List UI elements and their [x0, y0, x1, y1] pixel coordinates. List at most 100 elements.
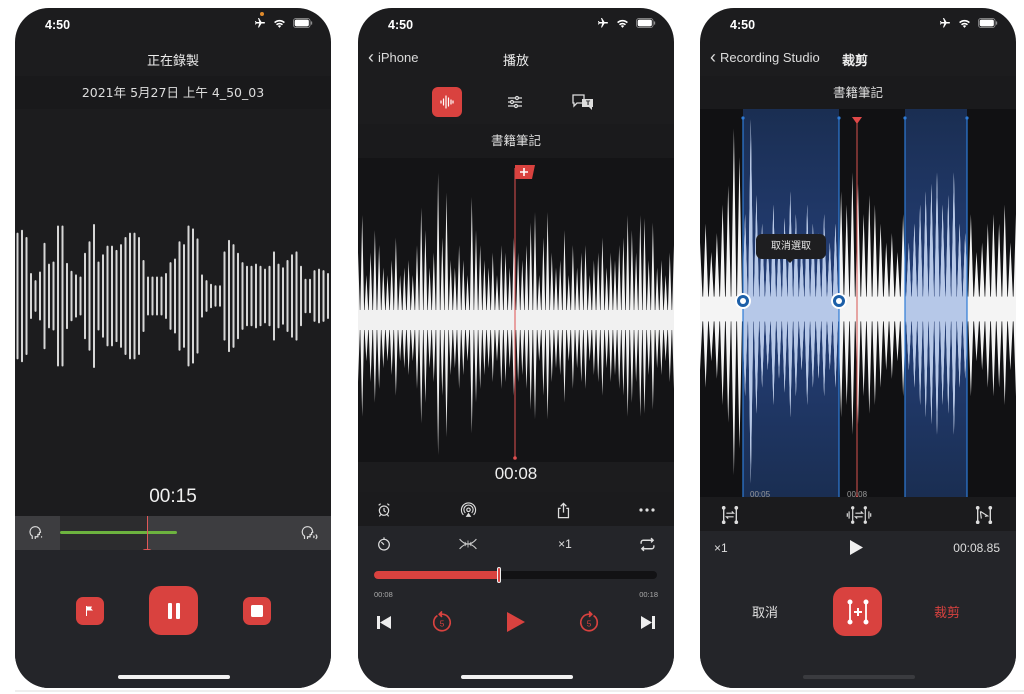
nav-bar: 正在錄製: [15, 42, 331, 76]
recording-indicator-dot: [260, 12, 264, 16]
trim-select-button[interactable]: [720, 505, 740, 525]
selection-edge-cap: [837, 116, 841, 120]
waveform-bar: [313, 270, 316, 322]
noise-reduction-button[interactable]: [458, 534, 478, 554]
stop-icon: [251, 605, 263, 617]
skip-forward-button[interactable]: [638, 612, 658, 632]
nav-bar: ‹ iPhone 播放: [358, 42, 674, 76]
waveform-bar: [30, 272, 32, 320]
status-bar: 4:50: [358, 8, 674, 42]
progress-slider[interactable]: [374, 567, 657, 583]
waveform-bar: [291, 254, 293, 338]
waveform-bar: [237, 252, 239, 340]
more-icon: [639, 508, 655, 512]
waveform-bar: [309, 278, 311, 314]
waveform-bar: [34, 280, 37, 312]
waveform-bar: [147, 276, 149, 316]
pause-button[interactable]: [149, 586, 198, 635]
waveform-bar: [295, 251, 298, 341]
waveform-bar: [241, 262, 244, 330]
waveform-bar: [187, 225, 190, 367]
back-button[interactable]: ‹ Recording Studio: [710, 48, 820, 66]
playback-waveform[interactable]: [358, 158, 674, 462]
flag-icon: [86, 606, 93, 616]
play-button[interactable]: [504, 610, 528, 634]
wifi-icon: [959, 19, 970, 28]
skip-back-icon: [377, 615, 391, 629]
waveform-bar: [286, 260, 289, 332]
voice-quiet-icon: [27, 524, 45, 546]
waveform-bar: [66, 262, 68, 330]
waveform-bar: [318, 268, 320, 324]
transcript-bubbles-icon: T: [572, 94, 593, 110]
waveform-bar: [232, 244, 235, 348]
trim-playback-row: ×1 00:08.85: [700, 531, 1016, 565]
recording-screen: 4:50 正在錄製 2021年 5月27日 上午 4_50_03 00:15: [15, 8, 331, 688]
waveform-bar: [93, 224, 95, 368]
forward-5-icon: 5: [580, 611, 599, 632]
battery-icon: [293, 18, 313, 28]
waveform-bar: [201, 274, 203, 318]
waveform-bar: [165, 272, 167, 320]
waveform-bar: [259, 265, 262, 327]
skip-back-button[interactable]: [374, 612, 394, 632]
crop-button[interactable]: 裁剪: [934, 602, 960, 621]
waveform-bar: [61, 225, 64, 367]
waveform-bar: [156, 276, 158, 316]
repeat-icon: [639, 537, 655, 551]
voice-loud-icon: [299, 524, 319, 546]
playback-screen: 4:50 ‹ iPhone 播放 T 書籍筆記 00:08 ×1 00:08 0…: [358, 8, 674, 688]
duration-label: 00:18: [639, 590, 658, 599]
share-button[interactable]: [553, 500, 573, 520]
toolbar-secondary: ×1: [358, 526, 674, 562]
waveform-bar: [25, 236, 28, 356]
playhead-dot: [513, 456, 517, 460]
play-icon: [850, 540, 863, 555]
sleep-timer-button[interactable]: [374, 534, 394, 554]
play-button[interactable]: [850, 540, 863, 560]
add-marker-button[interactable]: [76, 597, 104, 625]
stop-button[interactable]: [243, 597, 271, 625]
selection-start-handle[interactable]: [735, 293, 751, 309]
waveform-icon: [440, 95, 454, 109]
deselect-tooltip[interactable]: 取消選取: [756, 234, 826, 263]
repeat-button[interactable]: [637, 534, 657, 554]
status-time: 4:50: [45, 18, 71, 32]
waveform-bar: [48, 263, 50, 329]
share-icon: [557, 502, 569, 518]
trim-screen: 4:50 ‹ Recording Studio 裁剪 書籍筆記 取消選取 00:…: [700, 8, 1016, 688]
tab-transcript[interactable]: T: [568, 87, 598, 117]
waveform-bar: [160, 276, 163, 316]
page-title: 播放: [502, 54, 529, 69]
nav-bar: ‹ Recording Studio 裁剪: [700, 42, 1016, 76]
trim-silence-button[interactable]: [846, 505, 872, 525]
tab-equalizer[interactable]: [500, 87, 530, 117]
more-button[interactable]: [637, 500, 657, 520]
waveform-bar: [268, 265, 271, 327]
airplane-icon: [255, 18, 265, 28]
add-selection-button[interactable]: [833, 587, 882, 636]
trim-to-end-button[interactable]: [974, 505, 994, 525]
divider: [15, 690, 1024, 692]
live-waveform: [15, 109, 331, 483]
waveform-bar: [246, 265, 248, 327]
waveform-bar: [142, 260, 145, 332]
forward-5-button[interactable]: 5: [577, 610, 601, 634]
home-indicator[interactable]: [461, 675, 573, 679]
selection-end-handle[interactable]: [831, 293, 847, 309]
play-icon: [507, 612, 525, 632]
rewind-5-button[interactable]: 5: [430, 610, 454, 634]
waveform-bar: [205, 280, 208, 312]
playback-speed-button[interactable]: ×1: [553, 534, 577, 554]
progress-thumb[interactable]: [496, 567, 501, 583]
playback-speed-button[interactable]: ×1: [714, 541, 728, 555]
waveform-bar: [52, 261, 55, 331]
playhead-top-marker[interactable]: [852, 117, 862, 124]
tab-waveform[interactable]: [432, 87, 462, 117]
airplay-button[interactable]: [458, 500, 478, 520]
cancel-button[interactable]: 取消: [752, 602, 778, 621]
alarm-button[interactable]: [374, 500, 394, 520]
home-indicator[interactable]: [118, 675, 230, 679]
home-indicator[interactable]: [803, 675, 915, 679]
waveform-bar: [183, 244, 185, 348]
